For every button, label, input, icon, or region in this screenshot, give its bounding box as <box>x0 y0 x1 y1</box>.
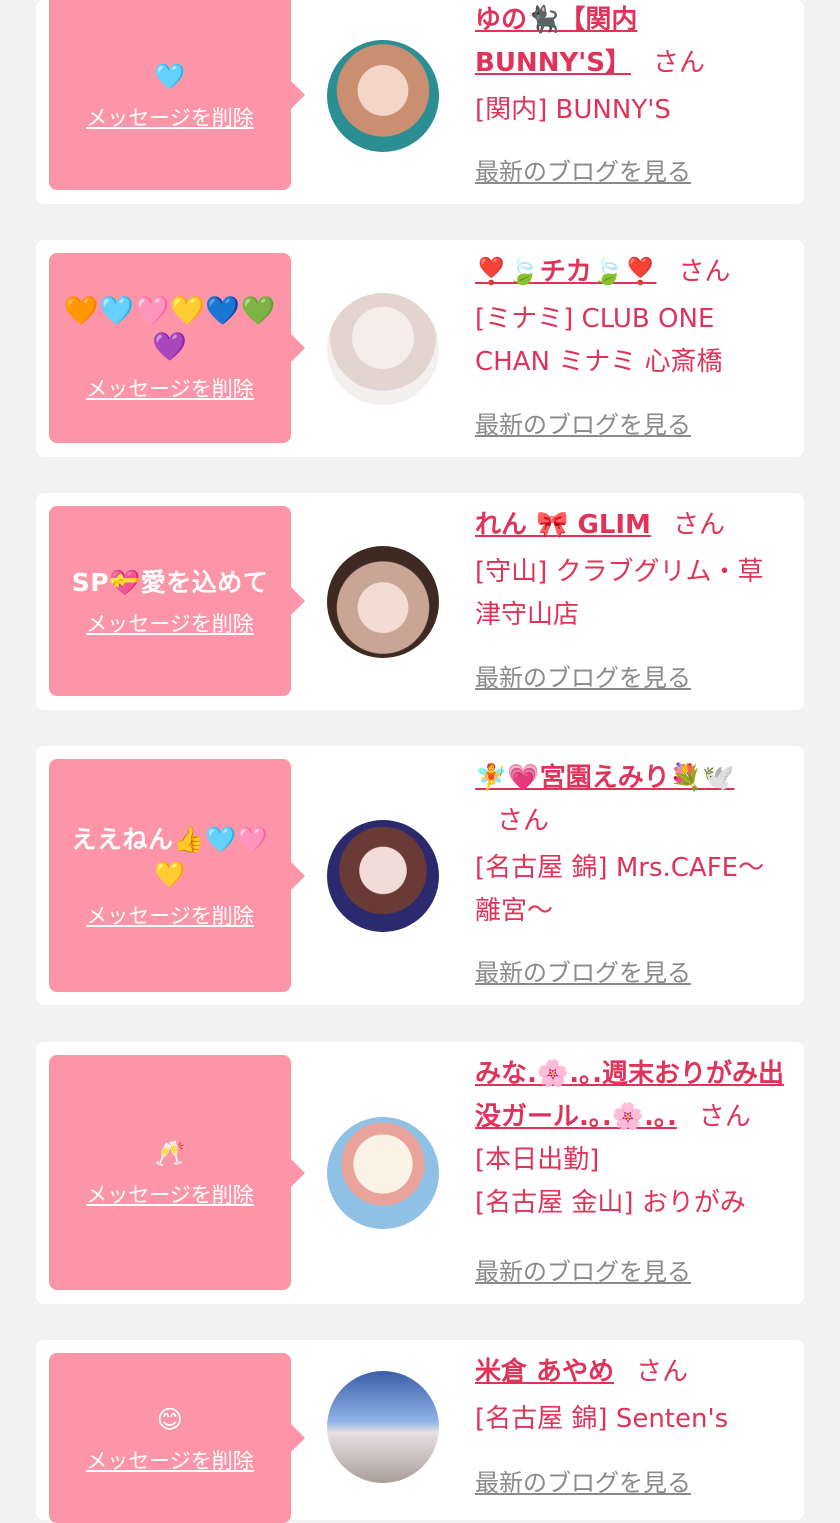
latest-blog-link[interactable]: 最新のブログを見る <box>475 405 691 440</box>
name-line: れん 🎀 GLIM さん <box>475 504 788 547</box>
message-bubble: 🩵 メッセージを削除 <box>49 0 305 190</box>
san-suffix: さん <box>678 257 731 287</box>
latest-blog-link[interactable]: 最新のブログを見る <box>475 1463 691 1498</box>
girl-name-link[interactable]: 🧚💗宮園えみり💐🕊️ <box>475 763 735 793</box>
name-line: ❣️🍃チカ🍃❣️ さん <box>475 251 788 294</box>
delete-message-link[interactable]: メッセージを削除 <box>86 900 254 930</box>
latest-blog-link[interactable]: 最新のブログを見る <box>475 152 691 187</box>
avatar[interactable] <box>327 293 439 405</box>
shop-name: [名古屋 錦] Mrs.CAFE〜離宮〜 <box>475 853 765 926</box>
san-suffix: さん <box>636 1357 689 1387</box>
girl-name-link[interactable]: ゆの🐈‍⬛【関内BUNNY'S】 <box>475 5 637 78</box>
latest-blog-link[interactable]: 最新のブログを見る <box>475 953 691 988</box>
avatar[interactable] <box>327 1371 439 1483</box>
latest-blog-link[interactable]: 最新のブログを見る <box>475 1252 691 1287</box>
shop-name: [名古屋 金山] おりがみ <box>475 1188 746 1218</box>
san-suffix: さん <box>497 806 550 836</box>
message-card: 😊 メッセージを削除 米倉 あやめ さん [名古屋 錦] Senten's 最新の… <box>36 1340 804 1523</box>
girl-info: れん 🎀 GLIM さん [守山] クラブグリム・草津守山店 <box>475 504 788 637</box>
shop-name: [ミナミ] CLUB ONE CHAN ミナミ 心斎橋 <box>475 304 723 377</box>
message-bubble: 😊 メッセージを削除 <box>49 1353 305 1523</box>
san-suffix: さん <box>652 48 705 78</box>
message-text: 🩵 <box>154 61 186 91</box>
message-text: 🥂 <box>154 1139 186 1168</box>
message-card: SP💝愛を込めて メッセージを削除 れん 🎀 GLIM さん [守山] クラブグリ… <box>36 493 804 710</box>
avatar[interactable] <box>327 40 439 152</box>
message-bubble: 🧡🩵🩷💛💙💚💜 メッセージを削除 <box>49 253 305 443</box>
girl-name-link[interactable]: 米倉 あやめ <box>475 1357 614 1387</box>
latest-blog-link[interactable]: 最新のブログを見る <box>475 658 691 693</box>
message-text: SP💝愛を込めて <box>71 567 269 597</box>
shop-line: [本日出勤] <box>475 1145 600 1175</box>
avatar[interactable] <box>327 546 439 658</box>
message-bubble: ええねん👍🩵🩷💛 メッセージを削除 <box>49 759 305 992</box>
san-suffix: さん <box>672 510 725 540</box>
shop-name: [守山] クラブグリム・草津守山店 <box>475 557 764 630</box>
delete-message-link[interactable]: メッセージを削除 <box>86 1445 254 1475</box>
message-bubble: 🥂 メッセージを削除 <box>49 1055 305 1290</box>
name-line: ゆの🐈‍⬛【関内BUNNY'S】 さん <box>475 0 735 85</box>
girl-info: ❣️🍃チカ🍃❣️ さん [ミナミ] CLUB ONE CHAN ミナミ 心斎橋 <box>475 251 788 384</box>
message-text: 😊 <box>156 1404 184 1434</box>
girl-info: 🧚💗宮園えみり💐🕊️ さん [名古屋 錦] Mrs.CAFE〜離宮〜 <box>475 757 788 933</box>
delete-message-link[interactable]: メッセージを削除 <box>86 373 254 403</box>
delete-message-link[interactable]: メッセージを削除 <box>86 1179 254 1209</box>
message-card: 🧡🩵🩷💛💙💚💜 メッセージを削除 ❣️🍃チカ🍃❣️ さん [ミナミ] CLUB O… <box>36 240 804 457</box>
message-card: 🥂 メッセージを削除 みな.🌸.｡.週末おりがみ出没ガール.｡.🌸.｡. さん [… <box>36 1042 804 1304</box>
girl-info: 米倉 あやめ さん [名古屋 錦] Senten's <box>475 1351 788 1441</box>
delete-message-link[interactable]: メッセージを削除 <box>86 102 254 132</box>
delete-message-link[interactable]: メッセージを削除 <box>86 608 254 638</box>
shop-name: [関内] BUNNY'S <box>475 95 671 125</box>
message-card: 🩵 メッセージを削除 ゆの🐈‍⬛【関内BUNNY'S】 さん [関内] BUNNY… <box>36 0 804 204</box>
girl-name-link[interactable]: ❣️🍃チカ🍃❣️ <box>475 257 657 287</box>
girl-info: ゆの🐈‍⬛【関内BUNNY'S】 さん [関内] BUNNY'S <box>475 0 788 132</box>
shop-name: [名古屋 錦] Senten's <box>475 1404 729 1434</box>
girl-info: みな.🌸.｡.週末おりがみ出没ガール.｡.🌸.｡. さん [本日出勤] [名古屋 … <box>475 1053 788 1225</box>
name-line: 米倉 あやめ さん <box>475 1351 788 1394</box>
message-text: 🧡🩵🩷💛💙💚💜 <box>63 294 277 363</box>
message-card: ええねん👍🩵🩷💛 メッセージを削除 🧚💗宮園えみり💐🕊️ さん [名古屋 錦] M… <box>36 746 804 1005</box>
avatar[interactable] <box>327 820 439 932</box>
message-text: ええねん👍🩵🩷💛 <box>71 824 269 889</box>
avatar[interactable] <box>327 1117 439 1229</box>
name-line: みな.🌸.｡.週末おりがみ出没ガール.｡.🌸.｡. さん <box>475 1053 795 1139</box>
girl-name-link[interactable]: れん 🎀 GLIM <box>475 510 651 540</box>
san-suffix: さん <box>698 1102 751 1132</box>
message-bubble: SP💝愛を込めて メッセージを削除 <box>49 506 305 696</box>
name-line: 🧚💗宮園えみり💐🕊️ さん <box>475 757 745 843</box>
